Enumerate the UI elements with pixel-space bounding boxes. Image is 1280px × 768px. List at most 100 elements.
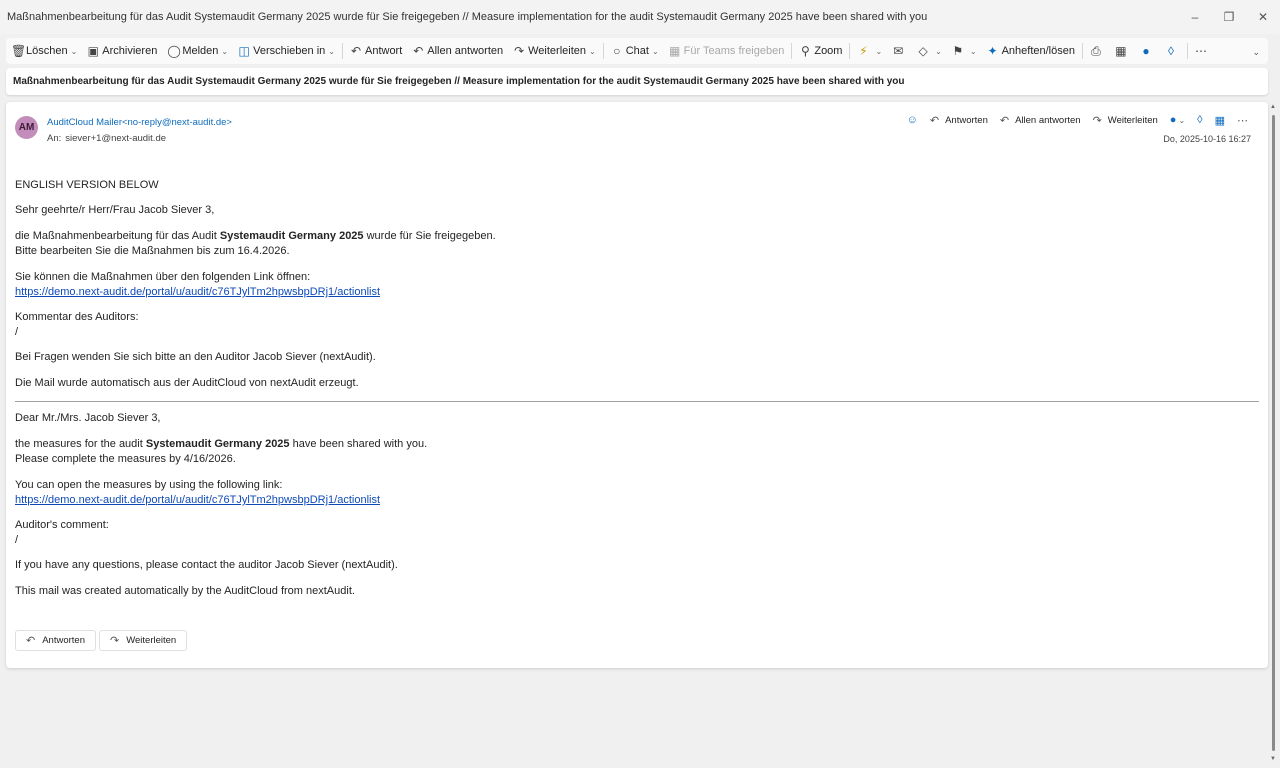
sender-name[interactable]: AuditCloud Mailer<no-reply@next-audit.de… <box>47 117 232 128</box>
body-auto-en: This mail was created automatically by t… <box>15 585 355 597</box>
forward-icon: ↷ <box>514 44 525 58</box>
chevron-down-icon: ⌄ <box>589 46 596 56</box>
expand-ribbon-icon[interactable]: ⌄ <box>1252 47 1260 58</box>
restore-icon[interactable]: ❐ <box>1212 0 1246 34</box>
rules-button[interactable]: ⚡ ⌄ <box>852 39 887 63</box>
minimize-icon[interactable]: – <box>1178 0 1212 34</box>
share-to-teams-button[interactable]: ▦ Für Teams freigeben <box>664 39 790 63</box>
message-apps-button[interactable]: ▦ <box>1209 111 1231 129</box>
archive-icon: ▣ <box>87 44 99 58</box>
chevron-down-icon: ⌄ <box>875 46 883 56</box>
footer-reply-button[interactable]: ↶ Antworten <box>15 630 96 651</box>
more-options-button[interactable]: ⋯ <box>1190 39 1215 63</box>
flag-button[interactable]: ⚑ ⌄ <box>947 39 982 63</box>
mark-read-button[interactable]: ✉ <box>887 39 912 63</box>
actionlist-link-de[interactable]: https://demo.next-audit.de/portal/u/audi… <box>15 286 380 298</box>
body-comment-en: / <box>15 534 19 546</box>
more-icon: ⋯ <box>1194 44 1207 58</box>
reply-icon: ↶ <box>929 114 940 127</box>
chat-icon: ○ <box>613 44 621 58</box>
chevron-down-icon: ⌄ <box>328 46 335 56</box>
body-auto-de: Die Mail wurde automatisch aus der Audit… <box>15 377 359 389</box>
zoom-icon: ⚲ <box>800 44 810 58</box>
teams-icon: ▦ <box>668 44 681 58</box>
message-reply-button[interactable]: ↶ Antworten <box>924 111 994 129</box>
chevron-down-icon: ⌄ <box>651 46 659 56</box>
scroll-down-icon[interactable]: ▼ <box>1270 756 1276 762</box>
message-more-button[interactable]: ⋯ <box>1231 111 1254 129</box>
message-reply-all-button[interactable]: ↶ Allen antworten <box>994 111 1087 129</box>
ribbon-toolbar: 🗑 Löschen ⌄ ▣ Archivieren ◯ Melden ⌄ ◫ Verschi… <box>6 38 1268 64</box>
body-questions-en: If you have any questions, please contac… <box>15 559 398 571</box>
reading-pane: AM AuditCloud Mailer<no-reply@next-audit… <box>6 102 1268 668</box>
toolbar-divider <box>1186 43 1188 59</box>
move-button[interactable]: ◫ Verschieben in ⌄ <box>233 39 340 63</box>
reply-icon: ↶ <box>350 44 362 58</box>
reply-button[interactable]: ↶ Antwort <box>345 39 407 63</box>
print-button[interactable]: ⎙ <box>1085 39 1110 63</box>
chevron-down-icon: ⌄ <box>935 46 942 56</box>
body-questions-de: Bei Fragen wenden Sie sich bitte an den … <box>15 351 376 363</box>
categorize-button[interactable]: ◇ ⌄ <box>912 39 947 63</box>
body-comment-de: / <box>15 326 19 338</box>
scroll-up-icon[interactable]: ▲ <box>1270 104 1276 110</box>
audit-name: Systemaudit Germany 2025 <box>145 438 290 450</box>
shield-icon: ◯ <box>167 44 181 58</box>
report-button[interactable]: ◯ Melden ⌄ <box>162 39 233 63</box>
forward-icon: ↷ <box>110 635 120 647</box>
close-icon[interactable]: ✕ <box>1246 0 1280 34</box>
forward-button[interactable]: ↷ Weiterleiten ⌄ <box>508 39 601 63</box>
chevron-down-icon: ⌄ <box>70 46 78 56</box>
body-line1-de: die Maßnahmenbearbeitung für das Audit S… <box>15 230 496 242</box>
message-forward-button[interactable]: ↷ Weiterleiten <box>1087 111 1164 129</box>
pin-button[interactable]: ✦ Anheften/lösen <box>982 39 1080 63</box>
body-line2-de: Bitte bearbeiten Sie die Maßnahmen bis z… <box>15 245 290 257</box>
emoji-icon: ☺ <box>906 114 918 126</box>
toolbar-divider <box>791 43 793 59</box>
mail-subject: Maßnahmenbearbeitung für das Audit Syste… <box>13 76 905 87</box>
audit-name: Systemaudit Germany 2025 <box>219 230 364 242</box>
recipient-line: An: siever+1@next-audit.de <box>47 133 166 144</box>
body-link-intro-de: Sie können die Maßnahmen über den folgen… <box>15 271 311 283</box>
chevron-down-icon: ⌄ <box>1178 115 1186 125</box>
window-title: Maßnahmenbearbeitung für das Audit Syste… <box>7 11 928 23</box>
avatar[interactable]: AM <box>15 116 38 139</box>
delete-button[interactable]: 🗑 Löschen ⌄ <box>6 39 82 63</box>
flag-icon: ⚑ <box>952 44 964 58</box>
mail-body: ENGLISH VERSION BELOW Sehr geehrte/r Her… <box>15 178 1259 599</box>
reaction-button[interactable]: ☺ <box>901 111 924 129</box>
pin-icon: ✦ <box>987 44 998 58</box>
recipient-address[interactable]: siever+1@next-audit.de <box>65 133 166 144</box>
zoom-button[interactable]: ⚲ Zoom <box>794 39 847 63</box>
message-sensitivity-button[interactable]: ● ⌄ <box>1164 111 1191 129</box>
body-line2-en: Please complete the measures by 4/16/202… <box>15 453 236 465</box>
chat-button[interactable]: ○ Chat ⌄ <box>606 39 664 63</box>
language-divider <box>15 401 1259 402</box>
apps-grid-icon: ▦ <box>1214 114 1225 127</box>
footer-forward-button[interactable]: ↷ Weiterleiten <box>99 630 188 651</box>
folder-move-icon: ◫ <box>238 44 250 58</box>
droplet-icon: ● <box>1169 114 1177 126</box>
toolbar-divider <box>341 43 343 59</box>
toolbar-divider <box>602 43 604 59</box>
archive-button[interactable]: ▣ Archivieren <box>82 39 162 63</box>
droplet-icon: ● <box>1142 44 1150 58</box>
apps-button[interactable]: ▦ <box>1110 39 1135 63</box>
body-link-intro-en: You can open the measures by using the f… <box>15 479 283 491</box>
subject-bar: Maßnahmenbearbeitung für das Audit Syste… <box>6 68 1268 95</box>
body-comment-label-en: Auditor's comment: <box>15 519 109 531</box>
body-greeting-de: Sehr geehrte/r Herr/Frau Jacob Siever 3, <box>15 204 215 216</box>
body-line1-en: the measures for the audit Systemaudit G… <box>15 438 428 450</box>
loop-button[interactable]: ◊ <box>1160 39 1185 63</box>
quick-reply-bar: ↶ Antworten ↷ Weiterleiten <box>15 630 190 651</box>
message-loop-button[interactable]: ◊ <box>1191 111 1208 129</box>
toolbar-divider <box>1081 43 1083 59</box>
envelope-icon: ✉ <box>893 44 904 58</box>
actionlist-link-en[interactable]: https://demo.next-audit.de/portal/u/audi… <box>15 494 380 506</box>
scrollbar-thumb[interactable] <box>1272 115 1275 751</box>
sensitivity-button[interactable]: ● <box>1135 39 1160 63</box>
printer-icon: ⎙ <box>1091 43 1101 58</box>
reply-all-button[interactable]: ↶ Allen antworten <box>407 39 508 63</box>
message-actions: ☺ ↶ Antworten ↶ Allen antworten ↷ Weiterlei… <box>901 111 1254 129</box>
tag-icon: ◇ <box>918 44 928 58</box>
